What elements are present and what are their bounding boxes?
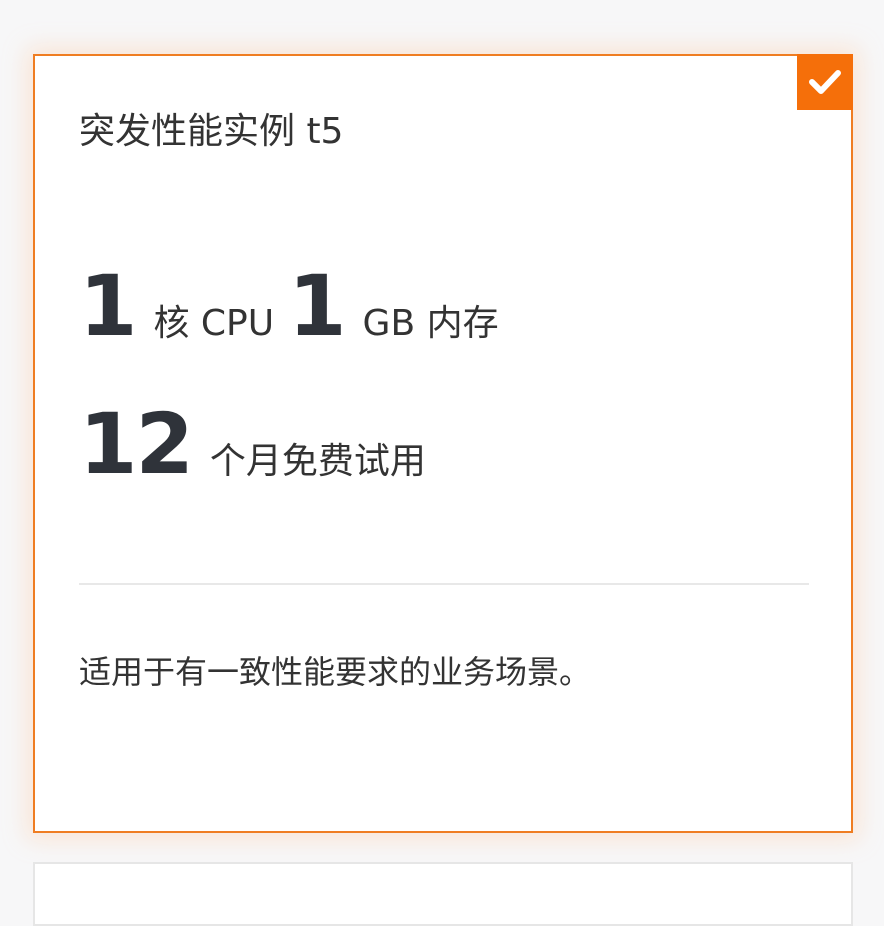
selected-badge [797, 54, 853, 110]
cpu-unit: 核 CPU [153, 303, 275, 344]
card-description: 适用于有一致性能要求的业务场景。 [79, 653, 592, 691]
next-instance-card[interactable] [33, 862, 853, 926]
memory-value: 1 [288, 257, 346, 355]
spec-trial: 12 个月免费试用 [79, 394, 426, 494]
instance-card-t5[interactable]: 突发性能实例 t5 1 核 CPU 1 GB 内存 12 个月免费试用 适用于有… [33, 54, 853, 833]
memory-unit: GB 内存 [362, 303, 499, 344]
divider [79, 583, 809, 585]
card-title: 突发性能实例 t5 [79, 111, 344, 152]
trial-unit: 个月免费试用 [209, 441, 426, 482]
spec-cpu-memory: 1 核 CPU 1 GB 内存 [79, 256, 499, 356]
trial-value: 12 [79, 395, 194, 493]
checkmark-icon [809, 70, 841, 94]
cpu-value: 1 [79, 257, 137, 355]
